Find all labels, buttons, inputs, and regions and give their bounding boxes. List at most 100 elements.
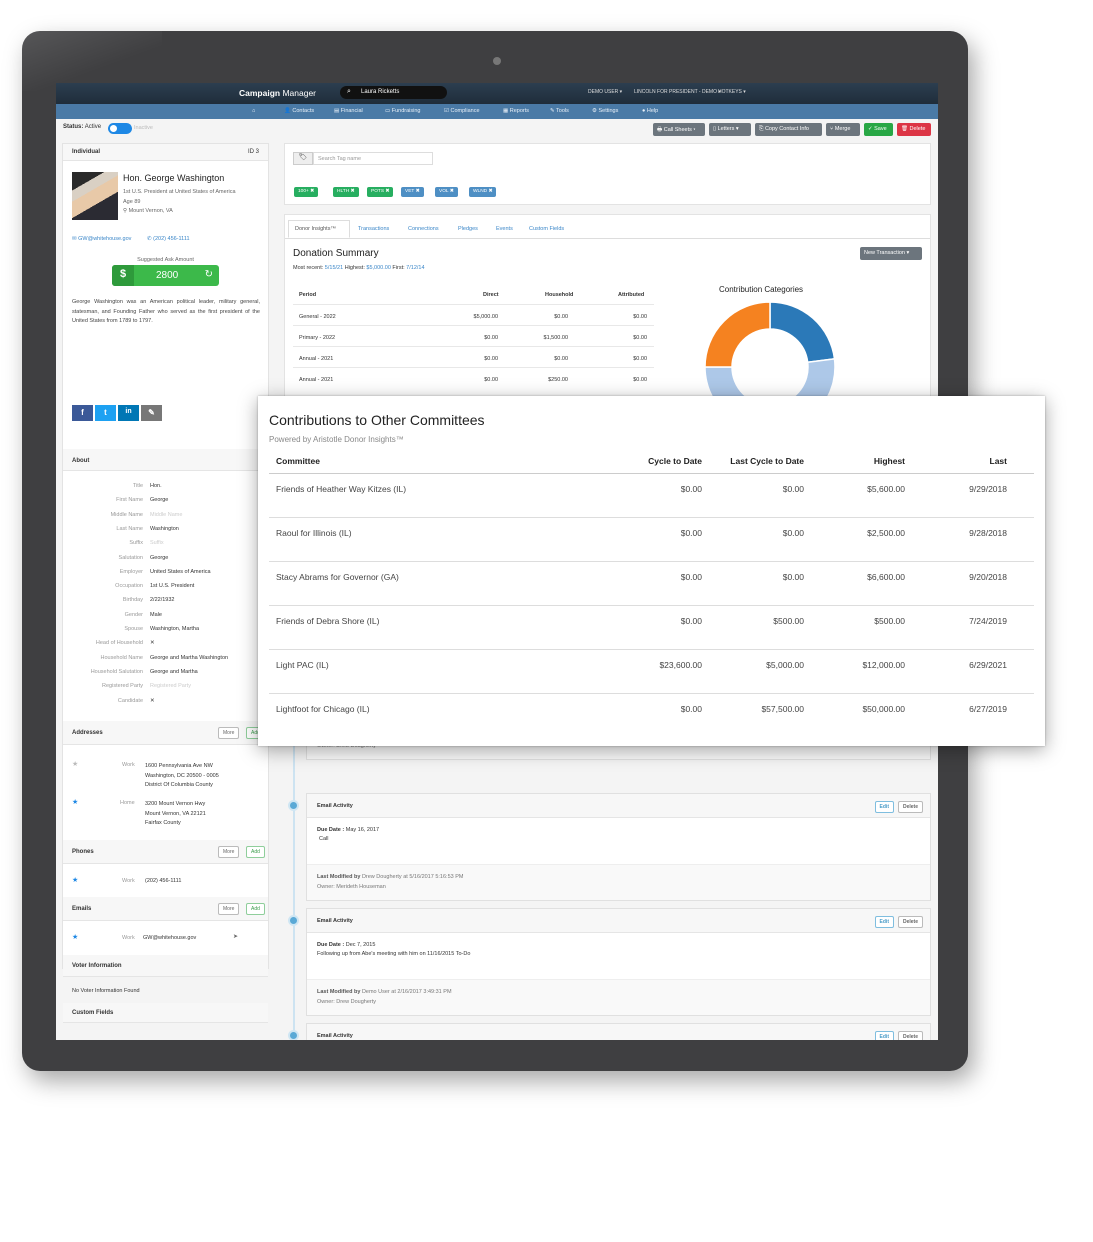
donut-slice[interactable] xyxy=(769,301,836,364)
delete-activity-button[interactable]: Delete xyxy=(897,1031,923,1040)
stat-most-recent[interactable]: 5/15/21 xyxy=(325,265,343,271)
home-icon[interactable]: ⌂ xyxy=(252,108,255,114)
row-divider xyxy=(269,605,1034,606)
about-label: Birthday xyxy=(122,597,143,604)
campaign-menu[interactable]: LINCOLN FOR PRESIDENT - DEMO ▾ xyxy=(634,89,721,95)
brand-logo[interactable]: Campaign Manager xyxy=(239,88,316,98)
nav-settings[interactable]: ⚙ Settings xyxy=(592,108,618,114)
about-value[interactable]: George xyxy=(150,497,168,503)
delete-button[interactable]: 🗑 Delete xyxy=(897,123,931,136)
nav-help[interactable]: ● Help xyxy=(642,108,658,114)
star-icon[interactable]: ★ xyxy=(72,798,78,806)
twitter-icon[interactable]: t xyxy=(95,405,116,421)
contact-email-link[interactable]: ✉ GW@whitehouse.gov xyxy=(72,236,131,242)
about-label: Suffix xyxy=(129,540,143,547)
global-search-input[interactable]: ⌕ Laura Ricketts xyxy=(340,86,447,99)
tablet-sheen xyxy=(22,31,162,91)
tag-chip[interactable]: VOL ✖ xyxy=(435,187,458,197)
contact-phone-link[interactable]: ✆ (202) 456-1111 xyxy=(147,236,190,242)
facebook-icon[interactable]: f xyxy=(72,405,93,421)
tab-transactions[interactable]: Transactions xyxy=(358,226,389,232)
edit-button[interactable]: Edit xyxy=(874,1031,894,1040)
modified-at: at 2/16/2017 3:49:31 PM xyxy=(391,989,452,995)
about-value[interactable]: ✕ xyxy=(150,698,155,704)
nav-label: Help xyxy=(646,108,659,114)
modified-by: Drew Dougherty xyxy=(361,874,402,880)
nav-financial[interactable]: ▤ Financial xyxy=(334,108,363,114)
edit-button[interactable]: Edit xyxy=(874,801,894,813)
address-block: 3200 Mount Vernon Hwy Mount Vernon, VA 22… xyxy=(145,800,206,829)
linkedin-icon[interactable]: in xyxy=(118,405,139,421)
about-value[interactable]: Male xyxy=(150,612,162,618)
donation-cell: Primary - 2022 xyxy=(299,335,336,341)
tab-donor-insights[interactable]: Donor Insights™ xyxy=(295,226,336,232)
tag-chip[interactable]: HLTH ✖ xyxy=(333,187,359,197)
about-value[interactable]: 2/22/1932 xyxy=(150,597,174,603)
merge-button[interactable]: ⑂ Merge xyxy=(826,123,860,136)
about-value[interactable]: Suffix xyxy=(150,540,164,546)
about-value[interactable]: ✕ xyxy=(150,640,155,646)
donut-slice[interactable] xyxy=(704,301,771,368)
tag-chip[interactable]: 100+ ✖ xyxy=(294,187,319,197)
delete-activity-button[interactable]: Delete xyxy=(897,801,923,813)
about-label: Employer xyxy=(119,568,143,575)
send-icon[interactable]: ➤ xyxy=(233,933,238,940)
stat-highest[interactable]: $5,000.00 xyxy=(366,265,390,271)
nav-contacts[interactable]: 👤 Contacts xyxy=(284,108,314,114)
about-value[interactable]: Hon. xyxy=(150,483,162,489)
ask-amount-widget[interactable]: $ 2800 ↻ xyxy=(112,265,219,286)
activity-footer: Last Modified by Demo User at 2/16/2017 … xyxy=(307,980,930,1015)
donation-cell: $0.00 xyxy=(554,314,568,320)
tag-chip[interactable]: WLND ✖ xyxy=(469,187,497,197)
about-value[interactable]: Middle Name xyxy=(150,512,182,518)
addresses-more-button[interactable]: More xyxy=(218,727,240,739)
tab-pledges[interactable]: Pledges xyxy=(458,226,478,232)
committee-value: $0.00 xyxy=(782,484,804,494)
phones-more-button[interactable]: More xyxy=(218,846,240,858)
tag-search-input[interactable]: Search Tag name xyxy=(313,152,433,165)
new-transaction-button[interactable]: New Transaction ▾ xyxy=(860,247,922,260)
nav-label: Contacts xyxy=(292,108,315,114)
nav-tools[interactable]: ✎ Tools xyxy=(550,108,569,114)
emails-more-button[interactable]: More xyxy=(218,903,240,915)
status-inactive: Inactive xyxy=(134,125,153,131)
edit-button[interactable]: Edit xyxy=(874,916,894,928)
phones-add-button[interactable]: Add xyxy=(246,846,265,858)
tag-chip[interactable]: VET ✖ xyxy=(401,187,424,197)
emails-add-button[interactable]: Add xyxy=(246,903,265,915)
about-value[interactable]: George and Martha xyxy=(150,669,198,675)
btn-label: Delete xyxy=(909,126,926,132)
about-value[interactable]: United States of America xyxy=(150,569,211,575)
about-value[interactable]: Washington, Martha xyxy=(150,626,199,632)
hotkeys-menu[interactable]: HOTKEYS ▾ xyxy=(718,89,746,95)
about-value[interactable]: George and Martha Washington xyxy=(150,655,228,661)
ask-label: Suggested Ask Amount xyxy=(137,257,194,263)
donation-row: Annual - 2021 $0.00 $0.00 $0.00 xyxy=(293,346,654,367)
about-value[interactable]: George xyxy=(150,555,168,561)
nav-compliance[interactable]: ☑ Compliance xyxy=(444,108,480,114)
addresses-title: Addresses xyxy=(72,730,103,736)
tab-custom-fields[interactable]: Custom Fields xyxy=(529,226,564,232)
about-value[interactable]: Washington xyxy=(150,526,179,532)
save-button[interactable]: ✓ Save xyxy=(864,123,893,136)
user-menu[interactable]: DEMO USER ▾ xyxy=(588,89,622,95)
status-toggle[interactable] xyxy=(108,123,132,134)
letters-button[interactable]: ▯ Letters ▾ xyxy=(709,123,751,136)
tab-events[interactable]: Events xyxy=(496,226,513,232)
tab-connections[interactable]: Connections xyxy=(408,226,439,232)
star-icon[interactable]: ★ xyxy=(72,933,78,941)
tab-divider xyxy=(285,238,930,239)
star-outline-icon[interactable]: ★ xyxy=(72,760,78,768)
stat-first[interactable]: 7/12/14 xyxy=(406,265,424,271)
about-value[interactable]: 1st U.S. President xyxy=(150,583,194,589)
call-sheets-button[interactable]: 🖶 Call Sheets ▾ xyxy=(653,123,705,136)
star-icon[interactable]: ★ xyxy=(72,876,78,884)
copy-contact-button[interactable]: ⎘ Copy Contact Info xyxy=(755,123,822,136)
tag-chip[interactable]: POTS ✖ xyxy=(367,187,394,197)
delete-activity-button[interactable]: Delete xyxy=(897,916,923,928)
edit-social-icon[interactable]: ✎ xyxy=(141,405,162,421)
refresh-icon[interactable]: ↻ xyxy=(205,269,213,280)
about-value[interactable]: Registered Party xyxy=(150,683,191,689)
nav-reports[interactable]: ▦ Reports xyxy=(503,108,529,114)
nav-fundraising[interactable]: ▭ Fundraising xyxy=(385,108,420,114)
